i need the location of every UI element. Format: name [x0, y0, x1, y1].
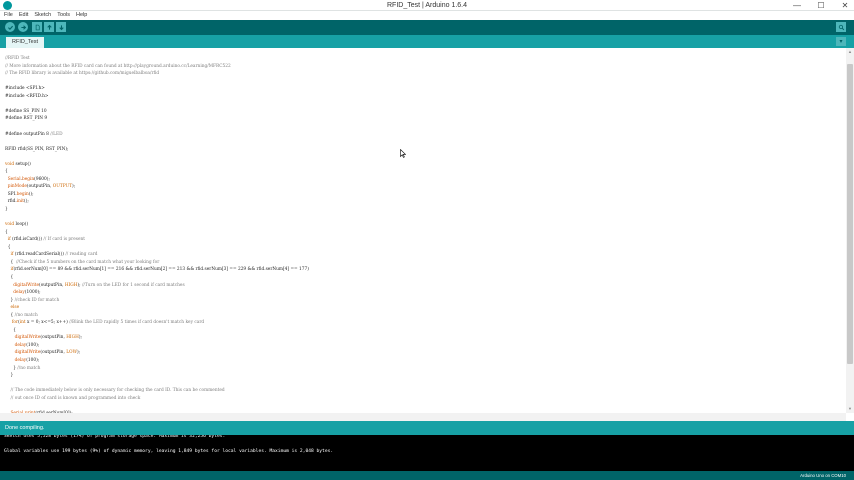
board-info: Arduino Uno on COM10 [800, 473, 846, 478]
code-line: #define outputPin 8 //LED [5, 131, 63, 137]
code-line: else [10, 305, 20, 311]
code-line: { [5, 169, 8, 175]
code-line: } //no match [5, 365, 41, 371]
code-line: // The code immediately below is only ne… [10, 388, 225, 394]
new-button[interactable] [32, 22, 42, 32]
code-line: #include <SPI.h> [5, 86, 45, 92]
toolbar [0, 20, 854, 35]
console-line: Global variables use 199 bytes (9%) of d… [4, 449, 334, 454]
code-line: delay(1000); [13, 290, 41, 296]
console-output: Sketch uses 5,528 bytes (17%) of program… [0, 435, 854, 471]
code-line: if(rfid.serNum[0] == 89 && rfid.serNum[1… [10, 267, 309, 273]
new-file-icon [35, 24, 40, 30]
tab-rfid-test[interactable]: RFID_Test [6, 37, 44, 48]
tab-menu-button[interactable]: ▾ [836, 37, 846, 46]
horizontal-scrollbar[interactable] [0, 413, 846, 421]
code-line: { [5, 229, 8, 235]
footer-bar: Arduino Uno on COM10 [0, 471, 854, 480]
code-line: } //check ID for match [5, 297, 60, 303]
maximize-button[interactable]: ☐ [816, 0, 826, 11]
code-line: pinMode(outputPin, OUTPUT); [7, 184, 76, 190]
console-line: Sketch uses 5,528 bytes (17%) of program… [4, 435, 226, 439]
scroll-down-icon[interactable]: ▼ [847, 406, 853, 412]
code-line: digitalWrite(outputPin, LOW); [14, 350, 81, 356]
menu-bar: File Edit Sketch Tools Help [0, 11, 854, 20]
code-line: if (rfid.isCard()) // If card is present [7, 237, 86, 243]
code-editor[interactable]: //RFID Test // More information about the… [0, 48, 846, 413]
arrow-up-icon [46, 24, 52, 30]
check-icon [7, 25, 13, 30]
vertical-scrollbar[interactable]: ▲ ▼ [846, 48, 854, 413]
window-controls: — ☐ ✕ [792, 0, 850, 11]
menu-tools[interactable]: Tools [57, 11, 70, 20]
tab-bar: RFID_Test ▾ [0, 35, 854, 48]
code-line: RFID rfid(SS_PIN, RST_PIN); [5, 146, 69, 152]
minimize-button[interactable]: — [792, 0, 802, 11]
close-button[interactable]: ✕ [840, 0, 850, 11]
code-line: delay(100); [14, 358, 40, 363]
code-line: for(int x = 0; x<=5; x++) //Blink the LE… [11, 320, 205, 326]
code-line: // out once ID of card is known and prog… [10, 395, 141, 401]
verify-button[interactable] [5, 22, 15, 32]
code-line: if (rfid.readCardSerial()) // reading ca… [10, 252, 98, 258]
code-line: // The RFID library is available at http… [5, 71, 160, 77]
mouse-cursor-icon [400, 149, 406, 158]
open-button[interactable] [44, 22, 54, 32]
code-line: { [5, 274, 14, 280]
code-line: { [5, 244, 11, 250]
code-line: Serial.begin(9600); [7, 176, 50, 182]
scroll-up-icon[interactable]: ▲ [847, 49, 853, 55]
code-line: { //no match [5, 312, 38, 318]
code-line: #include <RFID.h> [5, 93, 49, 99]
menu-edit[interactable]: Edit [19, 11, 28, 20]
menu-sketch[interactable]: Sketch [34, 11, 51, 20]
upload-button[interactable] [18, 22, 28, 32]
code-line: digitalWrite(outputPin, HIGH); [14, 335, 82, 341]
code-line: { //Check if the 5 numbers on the card m… [5, 259, 160, 265]
code-line: #define RST_PIN 9 [5, 116, 48, 122]
menu-help[interactable]: Help [76, 11, 87, 20]
title-bar: RFID_Test | Arduino 1.6.4 — ☐ ✕ [0, 0, 854, 11]
arrow-down-icon [58, 24, 64, 30]
save-button[interactable] [56, 22, 66, 32]
code-line: } [5, 373, 14, 379]
arrow-right-icon [20, 24, 26, 30]
magnifier-icon [838, 24, 844, 30]
code-line: //RFID Test [5, 56, 30, 61]
status-message: Done compiling. [5, 425, 45, 431]
code-line: // More information about the RFID card … [5, 63, 231, 69]
code-line: digitalWrite(outputPin, HIGH); //Turn on… [13, 282, 185, 288]
menu-file[interactable]: File [4, 11, 13, 20]
serial-monitor-button[interactable] [836, 22, 846, 32]
window-title: RFID_Test | Arduino 1.6.4 [386, 2, 468, 9]
code-line: #define SS_PIN 10 [5, 108, 47, 114]
code-line: } [5, 207, 8, 212]
code-line: void setup() [5, 161, 31, 167]
scroll-thumb[interactable] [847, 64, 853, 364]
code-line: delay(100); [14, 342, 40, 348]
code-line: rfid.init(); [5, 199, 29, 205]
code-line: { [5, 327, 16, 333]
code-line: void loop() [5, 222, 29, 228]
code-line: SPI.begin(); [5, 191, 34, 197]
status-bar: Done compiling. [0, 421, 854, 435]
